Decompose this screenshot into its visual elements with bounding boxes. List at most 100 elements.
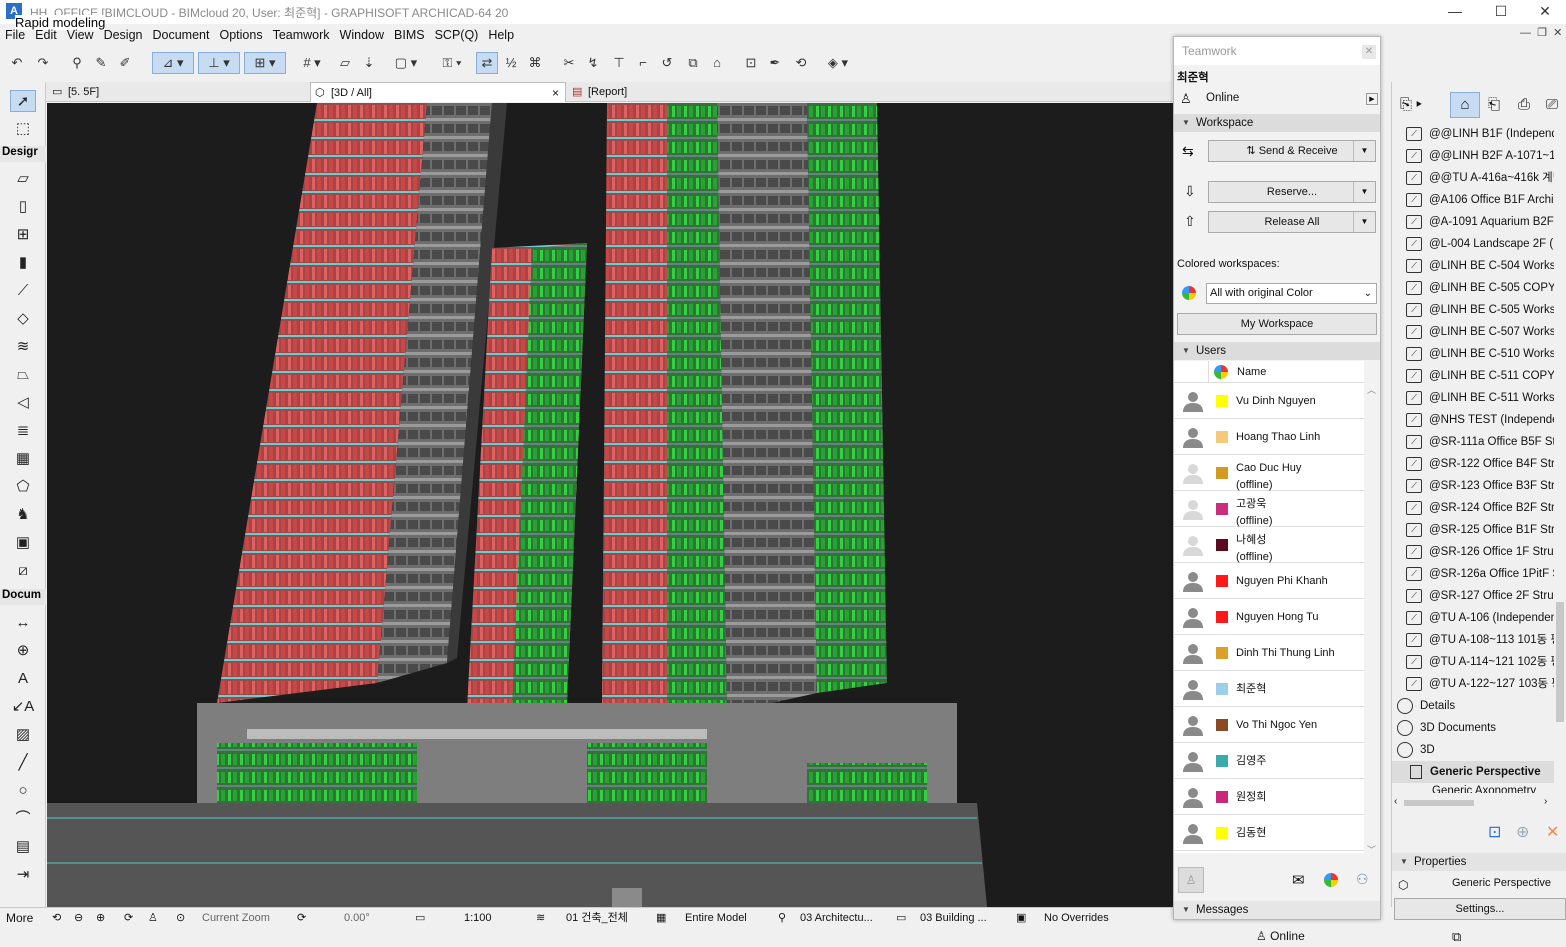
layers-icon[interactable]: ▢ ▾ bbox=[386, 52, 426, 74]
colored-workspaces-select[interactable]: All with original Color ⌄ bbox=[1206, 283, 1377, 304]
navigator-map-icon[interactable]: ⎘ ▸ bbox=[1400, 96, 1422, 113]
nav-view-item[interactable]: ⟋ @@TU A-416a~416k 계단 bbox=[1404, 167, 1554, 189]
tab-floor-plan[interactable]: ▭ [5. 5F] bbox=[48, 82, 310, 102]
grid-snap-icon[interactable]: ⊞ ▾ bbox=[244, 52, 286, 74]
design-section[interactable]: Desigr bbox=[0, 146, 46, 162]
beam-tool-icon[interactable]: ⟋ bbox=[10, 280, 36, 302]
nav-view-item[interactable]: ⟋ @A106 Office B1F Archit bbox=[1404, 189, 1554, 211]
nav-view-item[interactable]: ⟋ @SR-124 Office B2F Stru bbox=[1404, 497, 1554, 519]
online-status[interactable]: Online bbox=[1206, 92, 1239, 104]
object-tool-icon[interactable]: ♞ bbox=[10, 504, 36, 526]
fillet-icon[interactable]: ⌐ bbox=[632, 52, 654, 74]
menu-help[interactable]: Help bbox=[483, 26, 519, 44]
nav-view-item[interactable]: ⟋ @A-1091 Aquarium B2F bbox=[1404, 211, 1554, 233]
user-row[interactable]: 김동현 bbox=[1174, 815, 1364, 851]
user-row[interactable]: Cao Duc Huy (offline) bbox=[1174, 455, 1364, 491]
grid-icon[interactable]: # ▾ bbox=[292, 52, 332, 74]
online-footer[interactable]: ♙ Online bbox=[1256, 929, 1305, 943]
zone-tool-icon[interactable]: ▣ bbox=[10, 532, 36, 554]
zoom-select[interactable]: Current Zoom bbox=[202, 910, 270, 926]
drawing-tool-icon[interactable]: ▤ bbox=[10, 836, 36, 858]
shell-tool-icon[interactable]: ◁ bbox=[10, 392, 36, 414]
send-receive-button[interactable]: ⇅ Send & Receive ▼ bbox=[1208, 140, 1376, 162]
project-map-icon[interactable]: ⌂ bbox=[1450, 92, 1480, 118]
menu-window[interactable]: Window bbox=[335, 26, 389, 44]
model-filter-select[interactable]: Entire Model bbox=[685, 910, 747, 926]
close-window-button[interactable]: ✕ bbox=[1522, 0, 1566, 24]
layout-book-icon[interactable]: ⎙ bbox=[1518, 96, 1530, 113]
override-select[interactable]: No Overrides bbox=[1044, 910, 1109, 926]
zoom-prev-icon[interactable]: ⟲ bbox=[52, 910, 61, 926]
menu-edit[interactable]: Edit bbox=[30, 26, 62, 44]
slab-tool-icon[interactable]: ◇ bbox=[10, 308, 36, 330]
new-view-icon[interactable]: ⊡ bbox=[1488, 822, 1501, 842]
nav-view-item[interactable]: ⟋ @SR-123 Office B3F Stru bbox=[1404, 475, 1554, 497]
menu-scp[interactable]: SCP(Q) bbox=[430, 26, 484, 44]
settings-button[interactable]: Settings... bbox=[1394, 898, 1566, 920]
nav-view-item[interactable]: ⟋ @L-004 Landscape 2F (In bbox=[1404, 233, 1554, 255]
menu-teamwork[interactable]: Teamwork bbox=[268, 26, 335, 44]
menu-document[interactable]: Document bbox=[148, 26, 215, 44]
dimension-tool-icon[interactable]: ↔ bbox=[10, 612, 36, 634]
nav-view-item[interactable]: ⟋ @SR-127 Office 2F Struc bbox=[1404, 585, 1554, 607]
level-dimension-icon[interactable]: ⊕ bbox=[10, 640, 36, 662]
zoom-in-icon[interactable]: ⊕ bbox=[96, 910, 105, 926]
nav-view-item[interactable]: ⟋ @TU A-122~127 103동 평 bbox=[1404, 673, 1554, 695]
user-row[interactable]: Nguyen Phi Khanh bbox=[1174, 563, 1364, 599]
plane-icon[interactable]: ▱ bbox=[334, 52, 356, 74]
window-layout-icon[interactable]: ⧉ bbox=[1452, 929, 1461, 945]
layer-combo-select[interactable]: 01 건축_전체 bbox=[566, 910, 628, 926]
guide-lines-icon[interactable]: ⊿ ▾ bbox=[152, 52, 194, 74]
remove-user-icon[interactable]: ♙ bbox=[1178, 867, 1204, 893]
arrow-tool-icon[interactable]: ➚ bbox=[10, 90, 36, 112]
scroll-thumb[interactable] bbox=[1404, 800, 1474, 806]
nav-view-item[interactable]: ⟋ @SR-125 Office B1F Struc bbox=[1404, 519, 1554, 541]
delete-view-icon[interactable]: ✕ bbox=[1546, 822, 1559, 842]
pen-set-select[interactable]: 03 Architectu... bbox=[800, 910, 873, 926]
view-3d-icon[interactable]: ◈ ▾ bbox=[818, 52, 858, 74]
nav-view-item[interactable]: ⟋ @LINH BE C-507 Worksh bbox=[1404, 321, 1554, 343]
close-tab-icon[interactable]: × bbox=[552, 83, 559, 103]
trace-icon[interactable]: ⇄ bbox=[476, 52, 498, 74]
pen-tool-icon[interactable]: ✒ bbox=[764, 52, 786, 74]
nav-view-item[interactable]: ⟋ @LINH BE C-505 Worksh bbox=[1404, 299, 1554, 321]
clone-view-icon[interactable]: ⊕ bbox=[1516, 822, 1529, 842]
nav-view-item[interactable]: ⟋ @TU A-114~121 102동 평 bbox=[1404, 651, 1554, 673]
measure-icon[interactable]: ½ bbox=[500, 52, 522, 74]
undo-icon[interactable]: ↶ bbox=[6, 52, 28, 74]
menu-options[interactable]: Options bbox=[214, 26, 267, 44]
release-dropdown-icon[interactable]: ▼ bbox=[1353, 212, 1375, 232]
door-tool-icon[interactable]: ▯ bbox=[10, 196, 36, 218]
nav-view-item[interactable]: ⟋ @SR-126 Office 1F Struc bbox=[1404, 541, 1554, 563]
reserve-dropdown-icon[interactable]: ▼ bbox=[1353, 182, 1375, 202]
user-row[interactable]: 최준혁 bbox=[1174, 671, 1364, 707]
name-column-header[interactable]: Name bbox=[1237, 366, 1266, 378]
magic-wand-icon[interactable]: ⌘ bbox=[524, 52, 546, 74]
users-header[interactable]: Users bbox=[1174, 342, 1380, 360]
element-info-icon[interactable]: ⊡ bbox=[740, 52, 762, 74]
syringe-icon[interactable]: ✐ bbox=[114, 52, 136, 74]
user-row[interactable]: Dinh Thi Thung Linh bbox=[1174, 635, 1364, 671]
nav-view-item[interactable]: ⟋ @TU A-108~113 101동 평 bbox=[1404, 629, 1554, 651]
fit-zoom-icon[interactable]: ⊙ bbox=[176, 910, 185, 926]
nav-view-item[interactable]: ⟋ @SR-122 Office B4F Stru bbox=[1404, 453, 1554, 475]
menu-bims[interactable]: BIMS bbox=[389, 26, 430, 44]
railing-tool-icon[interactable]: ⧄ bbox=[10, 560, 36, 582]
nav-horizontal-scroll[interactable]: ‹ › bbox=[1392, 794, 1566, 812]
section-tool-icon[interactable]: ⇥ bbox=[10, 864, 36, 886]
user-row[interactable]: Vu Dinh Nguyen bbox=[1174, 383, 1364, 419]
release-all-button[interactable]: Release All ▼ bbox=[1208, 211, 1376, 233]
nav-view-item[interactable]: ⟋ @LINH BE C-511 Worksh bbox=[1404, 387, 1554, 409]
nav-view-item[interactable]: ⟋ @@LINH B2F A-1071~10 bbox=[1404, 145, 1554, 167]
walk-icon[interactable]: ♙ bbox=[148, 910, 158, 926]
adjust-icon[interactable]: ↯ bbox=[582, 52, 604, 74]
users-scrollbar[interactable]: ︿ ﹀ bbox=[1365, 363, 1379, 855]
user-row[interactable]: Hoang Thao Linh bbox=[1174, 419, 1364, 455]
roof-icon[interactable]: ⌂ bbox=[706, 52, 728, 74]
workspace-header[interactable]: Workspace bbox=[1174, 114, 1380, 132]
user-row[interactable]: Vo Thi Ngoc Yen bbox=[1174, 707, 1364, 743]
nav-view-item[interactable]: ⟋ @LINH BE C-511 COPY W bbox=[1404, 365, 1554, 387]
user-options-icon[interactable]: ⚇ bbox=[1356, 871, 1369, 888]
mdi-controls[interactable]: — ❐ ✕ bbox=[1520, 26, 1562, 39]
text-tool-icon[interactable]: A bbox=[10, 668, 36, 690]
